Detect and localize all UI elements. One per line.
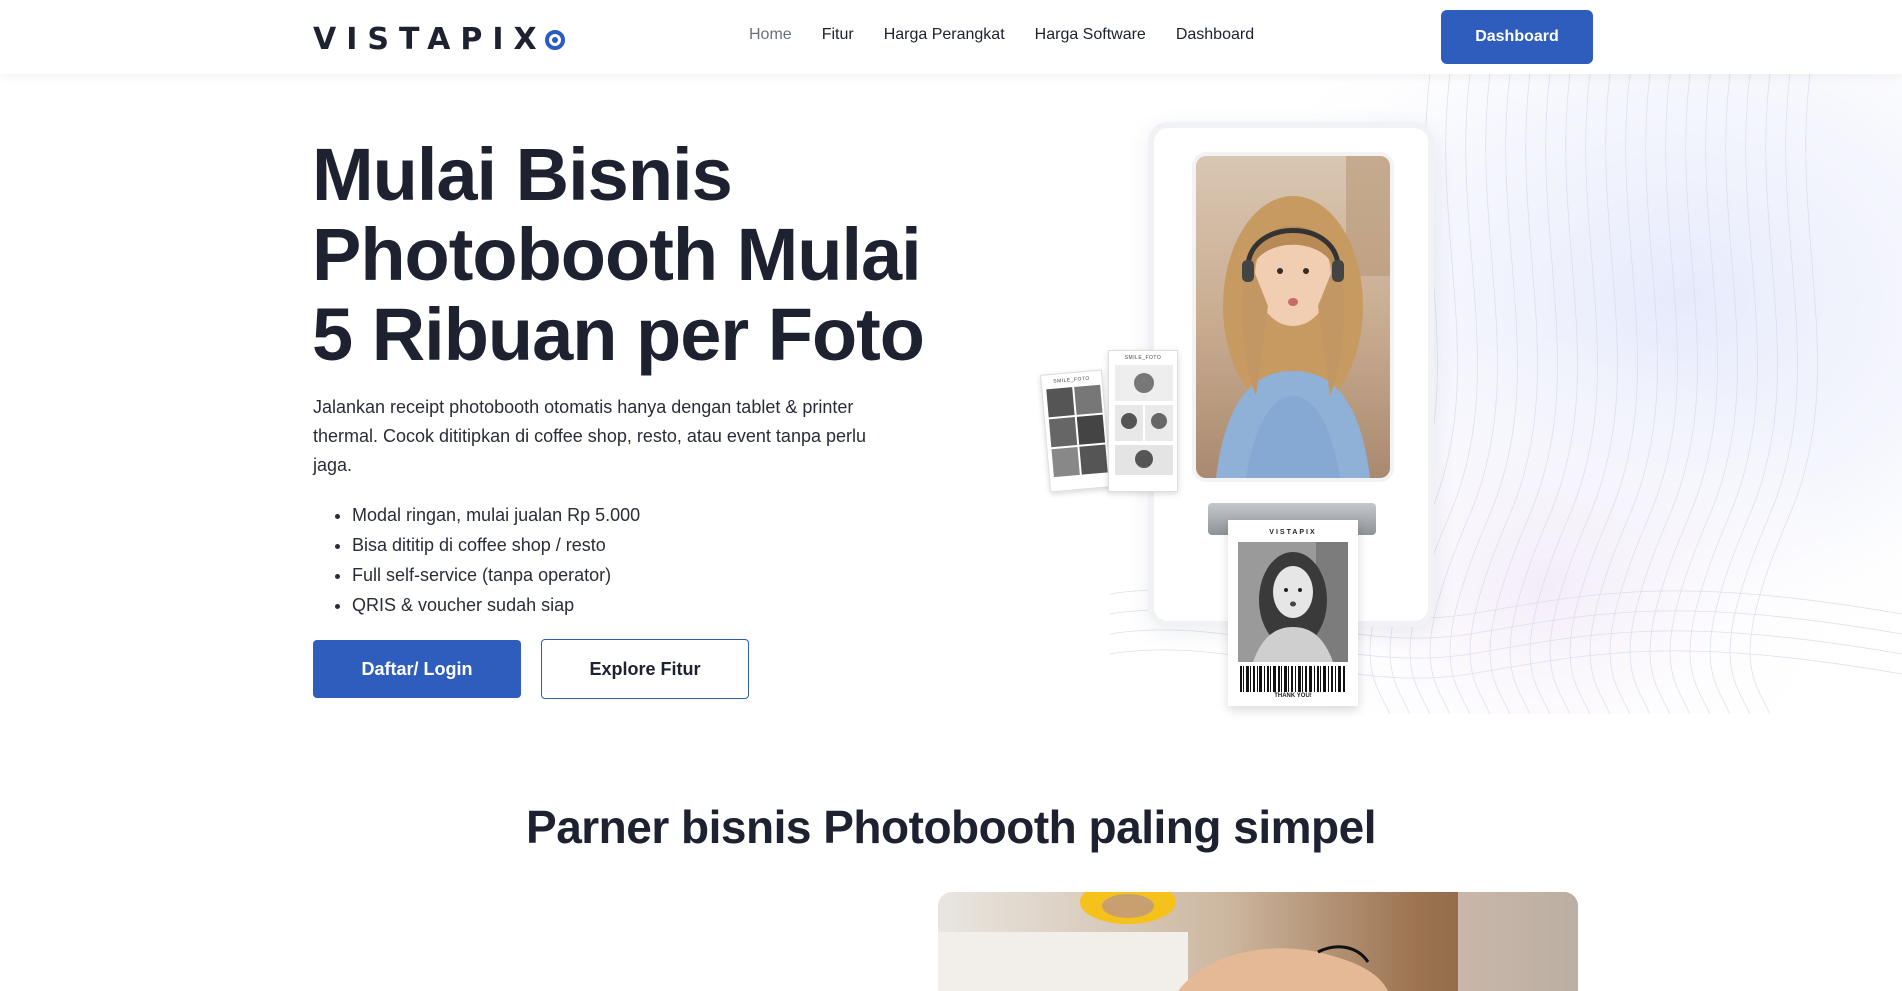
feature-bullet-list: Modal ringan, mulai jualan Rp 5.000 Bisa… (352, 500, 640, 620)
photo-strip: SMILE_FOTO (1108, 350, 1178, 492)
explore-features-button[interactable]: Explore Fitur (541, 639, 749, 699)
nav-harga-software[interactable]: Harga Software (1035, 26, 1146, 44)
hero-description: Jalankan receipt photobooth otomatis han… (313, 397, 866, 475)
aperture-logo-icon (544, 29, 565, 50)
bullet-item: Full self-service (tanpa operator) (352, 560, 640, 590)
register-login-button[interactable]: Daftar/ Login (313, 640, 521, 698)
dashboard-button[interactable]: Dashboard (1441, 10, 1593, 64)
receipt-photo (1238, 542, 1348, 662)
hero-title: Mulai Bisnis Photobooth Mulai 5 Ribuan p… (312, 133, 925, 376)
bullet-item: Modal ringan, mulai jualan Rp 5.000 (352, 500, 640, 530)
bullet-item: QRIS & voucher sudah siap (352, 590, 640, 620)
barcode (1240, 666, 1345, 692)
section-title: Parner bisnis Photobooth paling simpel (526, 801, 1376, 853)
receipt-brand: VISTAPIX (1269, 529, 1317, 536)
printed-receipt: VISTAPIX THANK YOU! (1228, 520, 1358, 706)
logo-text: VISTAPIX (313, 22, 547, 57)
logo[interactable]: VISTAPIX (313, 22, 565, 57)
nav-home[interactable]: Home (749, 26, 792, 44)
nav-fitur[interactable]: Fitur (822, 26, 854, 44)
receipt-footer: THANK YOU! (1274, 693, 1312, 699)
bullet-item: Bisa dititip di coffee shop / resto (352, 530, 640, 560)
selfie-photo (1192, 152, 1394, 482)
nav-harga-perangkat[interactable]: Harga Perangkat (884, 26, 1005, 44)
main-nav: Home Fitur Harga Perangkat Harga Softwar… (749, 26, 1284, 44)
site-header: VISTAPIX Home Fitur Harga Perangkat Harg… (0, 0, 1902, 74)
partner-photo (938, 892, 1578, 991)
photo-strip: SMILE_FOTO (1039, 369, 1113, 493)
nav-dashboard[interactable]: Dashboard (1176, 26, 1254, 44)
